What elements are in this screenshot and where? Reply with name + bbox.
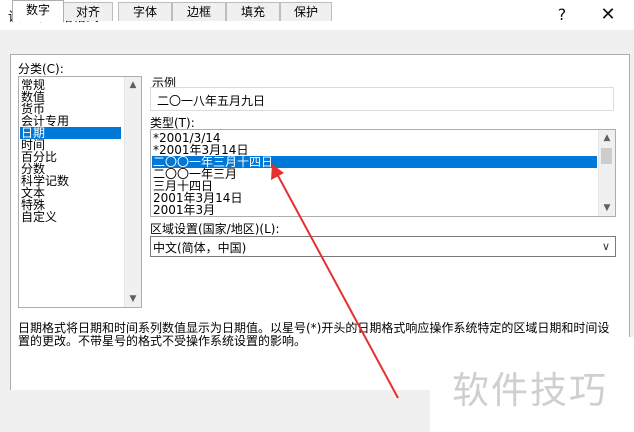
scroll-up-icon[interactable]: ▲ [599, 130, 615, 146]
type-scrollbar[interactable]: ▲ ▼ [598, 130, 615, 216]
type-item[interactable]: 2001年3月 [152, 204, 215, 216]
tab-font[interactable]: 字体 [118, 2, 172, 21]
help-icon[interactable]: ? [542, 2, 582, 28]
tab-number[interactable]: 数字 [12, 0, 64, 22]
locale-label: 区域设置(国家/地区)(L): [150, 222, 280, 236]
type-listbox[interactable]: *2001/3/14 *2001年3月14日 二〇〇一年三月十四日 二〇〇一年三… [150, 129, 616, 217]
scroll-thumb[interactable] [601, 148, 612, 164]
locale-value: 中文(简体，中国) [153, 241, 247, 255]
close-icon[interactable]: ✕ [588, 2, 628, 28]
tab-protection[interactable]: 保护 [280, 2, 332, 21]
scroll-down-icon[interactable]: ▼ [599, 200, 615, 216]
category-label: 分类(C): [18, 62, 64, 76]
tab-fill[interactable]: 填充 [226, 2, 280, 21]
tab-alignment[interactable]: 对齐 [63, 2, 113, 21]
category-item-custom[interactable]: 自定义 [20, 211, 57, 223]
chevron-down-icon[interactable]: ∨ [597, 237, 615, 256]
scroll-down-icon[interactable]: ▼ [125, 291, 141, 307]
watermark-text: 软件技巧 [452, 369, 608, 412]
sample-box: 二〇一八年五月九日 [150, 87, 614, 111]
category-scrollbar[interactable]: ▲ ▼ [124, 77, 141, 307]
category-listbox[interactable]: 常规 数值 货币 会计专用 日期 时间 百分比 分数 科学记数 文本 特殊 自定… [18, 76, 142, 308]
sample-value: 二〇一八年五月九日 [157, 94, 266, 108]
tab-border[interactable]: 边框 [172, 2, 226, 21]
scroll-up-icon[interactable]: ▲ [125, 77, 141, 93]
locale-select[interactable]: 中文(简体，中国) ∨ [150, 236, 616, 257]
